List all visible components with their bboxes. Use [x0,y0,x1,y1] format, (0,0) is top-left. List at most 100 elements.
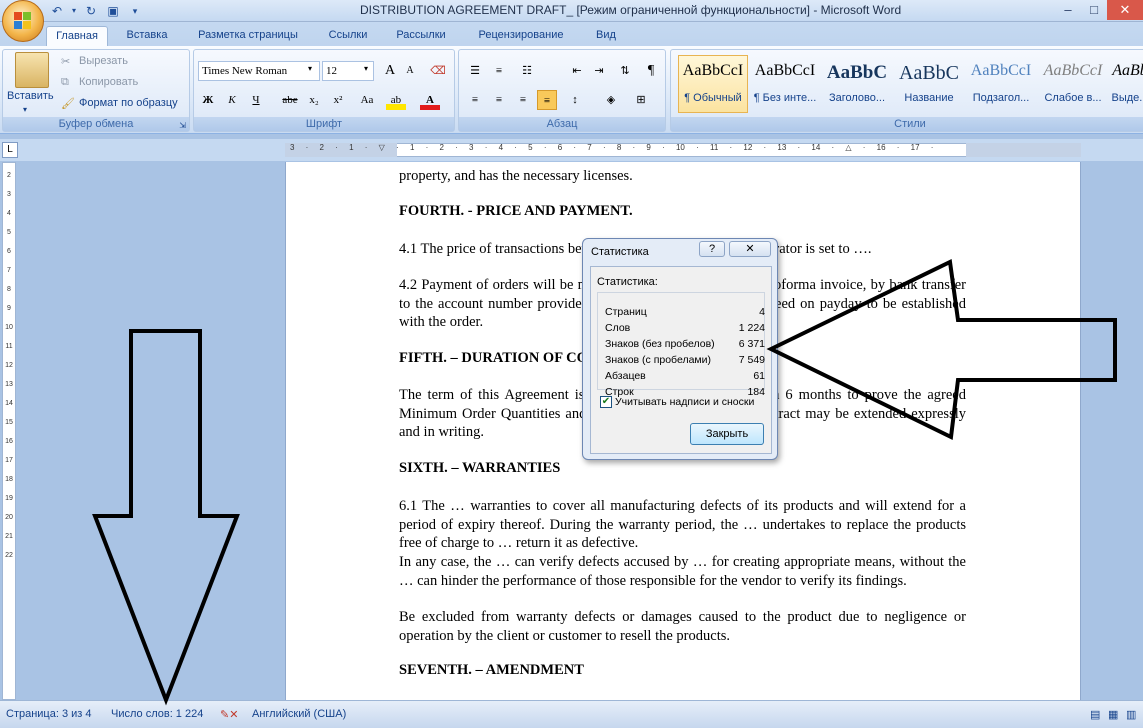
font-size-dropdown-icon[interactable]: ▾ [364,64,368,73]
paste-icon[interactable] [15,52,49,88]
style-no-spacing[interactable]: AaBbCcI ¶ Без инте... [750,55,820,113]
tab-view[interactable]: Вид [586,26,626,46]
align-right-icon[interactable]: ≡ [513,90,533,110]
window-title: DISTRIBUTION AGREEMENT DRAFT_ [Режим огр… [360,3,902,17]
show-formatting-button[interactable]: ¶ [641,61,661,81]
include-textboxes-checkbox[interactable]: ✔ [600,396,612,408]
dialog-body: Статистика: Страниц 4 Слов 1 224 Знаков (б… [590,266,772,454]
undo-icon[interactable]: ↶ [48,3,66,19]
help-button[interactable]: ? [699,241,725,257]
style-title[interactable]: AaBbC Название [894,55,964,113]
increase-indent-icon[interactable]: ⇥ [589,61,609,81]
paragraph-6-3[interactable]: Be excluded from warranty defects or dam… [399,608,966,645]
vertical-ruler-tick: 9 [7,305,11,312]
superscript-button[interactable]: x² [328,90,348,110]
paste-button[interactable]: Вставить [7,90,54,102]
maximize-button[interactable]: □ [1081,0,1107,20]
font-family-dropdown-icon[interactable]: ▾ [308,64,312,73]
strikethrough-button[interactable]: abe [278,90,302,110]
style-heading[interactable]: AaBbC Заголово... [822,55,892,113]
close-dialog-button[interactable]: Закрыть [690,423,764,445]
full-screen-view-icon[interactable]: ▦ [1108,708,1118,721]
tab-page-layout[interactable]: Разметка страницы [186,26,310,46]
stat-label: Знаков (без пробелов) [605,338,715,350]
tab-selector-button[interactable]: L [2,142,18,158]
paragraph-6-1[interactable]: 6.1 The … warranties to cover all manufa… [399,497,966,553]
tab-references[interactable]: Ссылки [318,26,378,46]
format-painter-icon[interactable]: 🖌 [61,97,75,110]
status-page-count[interactable]: Страница: 3 из 4 [6,708,92,720]
shading-icon[interactable]: ◈ [601,90,621,110]
customize-qat-icon[interactable]: ▾ [126,3,144,19]
heading-fourth[interactable]: FOURTH. - PRICE AND PAYMENT. [399,203,633,220]
align-center-icon[interactable]: ≡ [489,90,509,110]
style-normal[interactable]: AaBbCcI ¶ Обычный [678,55,748,113]
line-spacing-icon[interactable]: ↕ [565,90,585,110]
format-painter-button[interactable]: Формат по образцу [79,97,178,109]
ribbon-tabs: Главная Вставка Разметка страницы Ссылки… [0,22,1143,46]
grow-font-button[interactable]: A [380,61,400,81]
print-layout-view-icon[interactable]: ▤ [1090,708,1100,721]
tab-home[interactable]: Главная [46,26,108,46]
dialog-close-button[interactable]: ✕ [729,241,771,257]
style-emphasis[interactable]: AaBb Выде... [1110,55,1143,113]
font-group: Times New Roman ▾ 12 ▾ A A ⌫ Ж К Ч abe x… [193,49,455,132]
status-language[interactable]: Английский (США) [252,708,346,720]
clipboard-group: Вставить ▾ ✂ Вырезать ⧉ Копировать 🖌 Фор… [2,49,190,132]
italic-button[interactable]: К [222,90,242,110]
underline-button[interactable]: Ч [246,90,266,110]
redo-icon[interactable]: ↻ [82,3,100,19]
copy-icon[interactable]: ⧉ [61,76,69,89]
numbering-icon[interactable]: ≡ [489,61,509,81]
sort-icon[interactable]: ⇅ [615,61,635,81]
save-icon[interactable]: ▣ [104,3,122,19]
undo-dropdown-icon[interactable]: ▾ [70,3,78,19]
style-subtle-emphasis[interactable]: AaBbCcI Слабое в... [1038,55,1108,113]
proofing-icon[interactable]: ✎✕ [220,708,238,721]
tab-insert[interactable]: Вставка [116,26,178,46]
status-word-count[interactable]: Число слов: 1 224 [111,708,203,720]
web-layout-view-icon[interactable]: ▥ [1126,708,1136,721]
cut-icon[interactable]: ✂ [61,55,70,68]
office-logo-icon [14,12,32,30]
stat-label: Знаков (с пробелами) [605,354,711,366]
subscript-button[interactable]: x₂ [304,90,324,110]
align-left-icon[interactable]: ≡ [465,90,485,110]
bullets-icon[interactable]: ☰ [465,61,485,81]
paste-dropdown-icon[interactable]: ▾ [23,105,27,114]
clear-formatting-icon[interactable]: ⌫ [428,61,448,81]
office-button[interactable] [2,0,44,42]
style-preview: AaBbCcI [682,62,744,79]
shrink-font-button[interactable]: A [400,61,420,81]
tab-review[interactable]: Рецензирование [464,26,578,46]
style-subtitle[interactable]: AaBbCcI Подзагол... [966,55,1036,113]
borders-icon[interactable]: ⊞ [631,90,651,110]
vertical-ruler-tick: 5 [7,229,11,236]
heading-sixth[interactable]: SIXTH. – WARRANTIES [399,460,560,477]
change-case-button[interactable]: Aa [354,90,380,110]
cut-button[interactable]: Вырезать [79,55,128,67]
close-button[interactable]: ✕ [1107,0,1143,20]
paragraph-group-label: Абзац [459,117,665,131]
quick-access-toolbar: ↶ ▾ ↻ ▣ ▾ [48,2,144,20]
multilevel-list-icon[interactable]: ☷ [517,61,537,81]
vertical-ruler-tick: 8 [7,286,11,293]
style-name: Подзагол... [972,92,1030,104]
minimize-button[interactable]: – [1055,0,1081,20]
vertical-ruler-tick: 22 [5,552,13,559]
include-textboxes-label[interactable]: Учитывать надписи и сноски [615,396,754,408]
heading-seventh[interactable]: SEVENTH. – AMENDMENT [399,662,584,679]
justify-icon[interactable]: ≡ [537,90,557,110]
paragraph-property[interactable]: property, and has the necessary licenses… [399,167,966,186]
font-family-select[interactable]: Times New Roman [198,61,320,81]
bold-button[interactable]: Ж [198,90,218,110]
decrease-indent-icon[interactable]: ⇤ [567,61,587,81]
paragraph-6-2[interactable]: In any case, the … can verify defects ac… [399,553,966,590]
copy-button[interactable]: Копировать [79,76,138,88]
stat-row-words: Слов 1 224 [605,322,765,338]
clipboard-launcher-icon[interactable]: ⇲ [179,121,186,130]
vertical-ruler-tick: 20 [5,514,13,521]
tab-mailings[interactable]: Рассылки [386,26,456,46]
highlight-icon[interactable]: ab [386,90,406,110]
font-color-icon[interactable]: A [420,90,440,110]
